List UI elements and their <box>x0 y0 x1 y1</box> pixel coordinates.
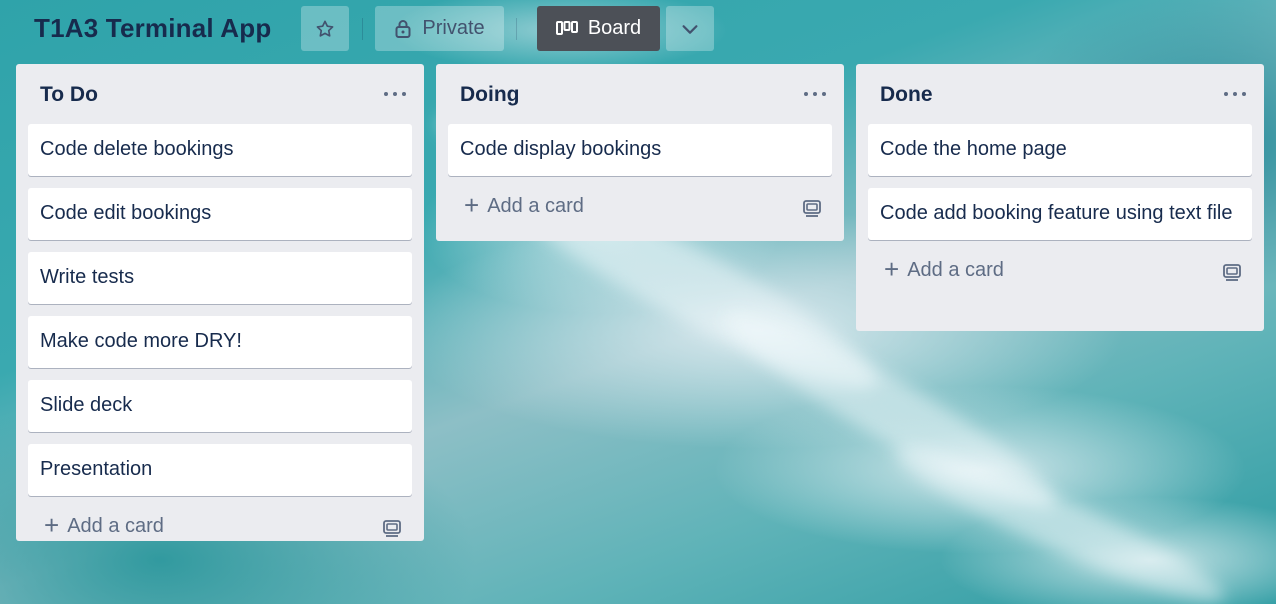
add-card-button[interactable]: + Add a card <box>464 190 584 220</box>
more-icon[interactable] <box>384 84 406 104</box>
card[interactable]: Slide deck <box>28 380 412 432</box>
header-divider <box>516 18 517 40</box>
visibility-button[interactable]: Private <box>375 6 504 51</box>
card-title: Code add booking feature using text file <box>880 202 1233 224</box>
card-list: Code the home page Code add booking feat… <box>856 122 1264 240</box>
list-footer: + Add a card <box>16 506 424 554</box>
list-title[interactable]: To Do <box>40 83 98 107</box>
list-doing: Doing Code display bookings + Add a card <box>436 64 844 241</box>
card[interactable]: Make code more DRY! <box>28 316 412 368</box>
card-title: Code delete bookings <box>40 138 234 160</box>
board-view-button[interactable]: Board <box>537 6 660 51</box>
plus-icon: + <box>44 510 60 540</box>
card-title: Code display bookings <box>460 138 662 160</box>
card[interactable]: Code add booking feature using text file <box>868 188 1252 240</box>
card-template-icon[interactable] <box>802 198 822 218</box>
list-header: Doing <box>436 64 844 122</box>
list-header: To Do <box>16 64 424 122</box>
card[interactable]: Code edit bookings <box>28 188 412 240</box>
card[interactable]: Presentation <box>28 444 412 496</box>
card[interactable]: Code display bookings <box>448 124 832 176</box>
card-title: Slide deck <box>40 394 133 416</box>
card[interactable]: Write tests <box>28 252 412 304</box>
lock-icon <box>395 19 411 38</box>
card-title: Make code more DRY! <box>40 330 242 352</box>
add-card-label: Add a card <box>487 195 584 217</box>
card-template-icon[interactable] <box>382 518 402 538</box>
visibility-label: Private <box>422 17 485 39</box>
card-title: Write tests <box>40 266 135 288</box>
add-card-label: Add a card <box>907 259 1004 281</box>
board-icon <box>555 20 578 35</box>
chevron-down-icon <box>682 24 698 34</box>
list-footer: + Add a card <box>856 250 1264 298</box>
star-icon <box>316 20 334 37</box>
star-button[interactable] <box>301 6 349 51</box>
add-card-label: Add a card <box>67 515 164 537</box>
card-list: Code delete bookings Code edit bookings … <box>16 122 424 496</box>
card-list: Code display bookings <box>436 122 844 176</box>
header-divider <box>362 18 363 40</box>
more-icon[interactable] <box>1224 84 1246 104</box>
board-title[interactable]: T1A3 Terminal App <box>34 13 271 44</box>
card[interactable]: Code delete bookings <box>28 124 412 176</box>
list-title[interactable]: Doing <box>460 83 519 107</box>
list-to-do: To Do Code delete bookings Code edit boo… <box>16 64 424 541</box>
more-icon[interactable] <box>804 84 826 104</box>
list-header: Done <box>856 64 1264 122</box>
card-title: Code edit bookings <box>40 202 212 224</box>
card-template-icon[interactable] <box>1222 262 1242 282</box>
list-title[interactable]: Done <box>880 83 933 107</box>
list-footer: + Add a card <box>436 186 844 234</box>
plus-icon: + <box>884 254 900 284</box>
plus-icon: + <box>464 190 480 220</box>
card[interactable]: Code the home page <box>868 124 1252 176</box>
board-header: T1A3 Terminal App Private Board <box>0 0 1276 58</box>
add-card-button[interactable]: + Add a card <box>884 254 1004 284</box>
card-title: Code the home page <box>880 138 1067 160</box>
list-done: Done Code the home page Code add booking… <box>856 64 1264 331</box>
view-switcher-button[interactable] <box>666 6 714 51</box>
add-card-button[interactable]: + Add a card <box>44 510 164 540</box>
card-title: Presentation <box>40 458 153 480</box>
board-view-label: Board <box>587 17 642 39</box>
